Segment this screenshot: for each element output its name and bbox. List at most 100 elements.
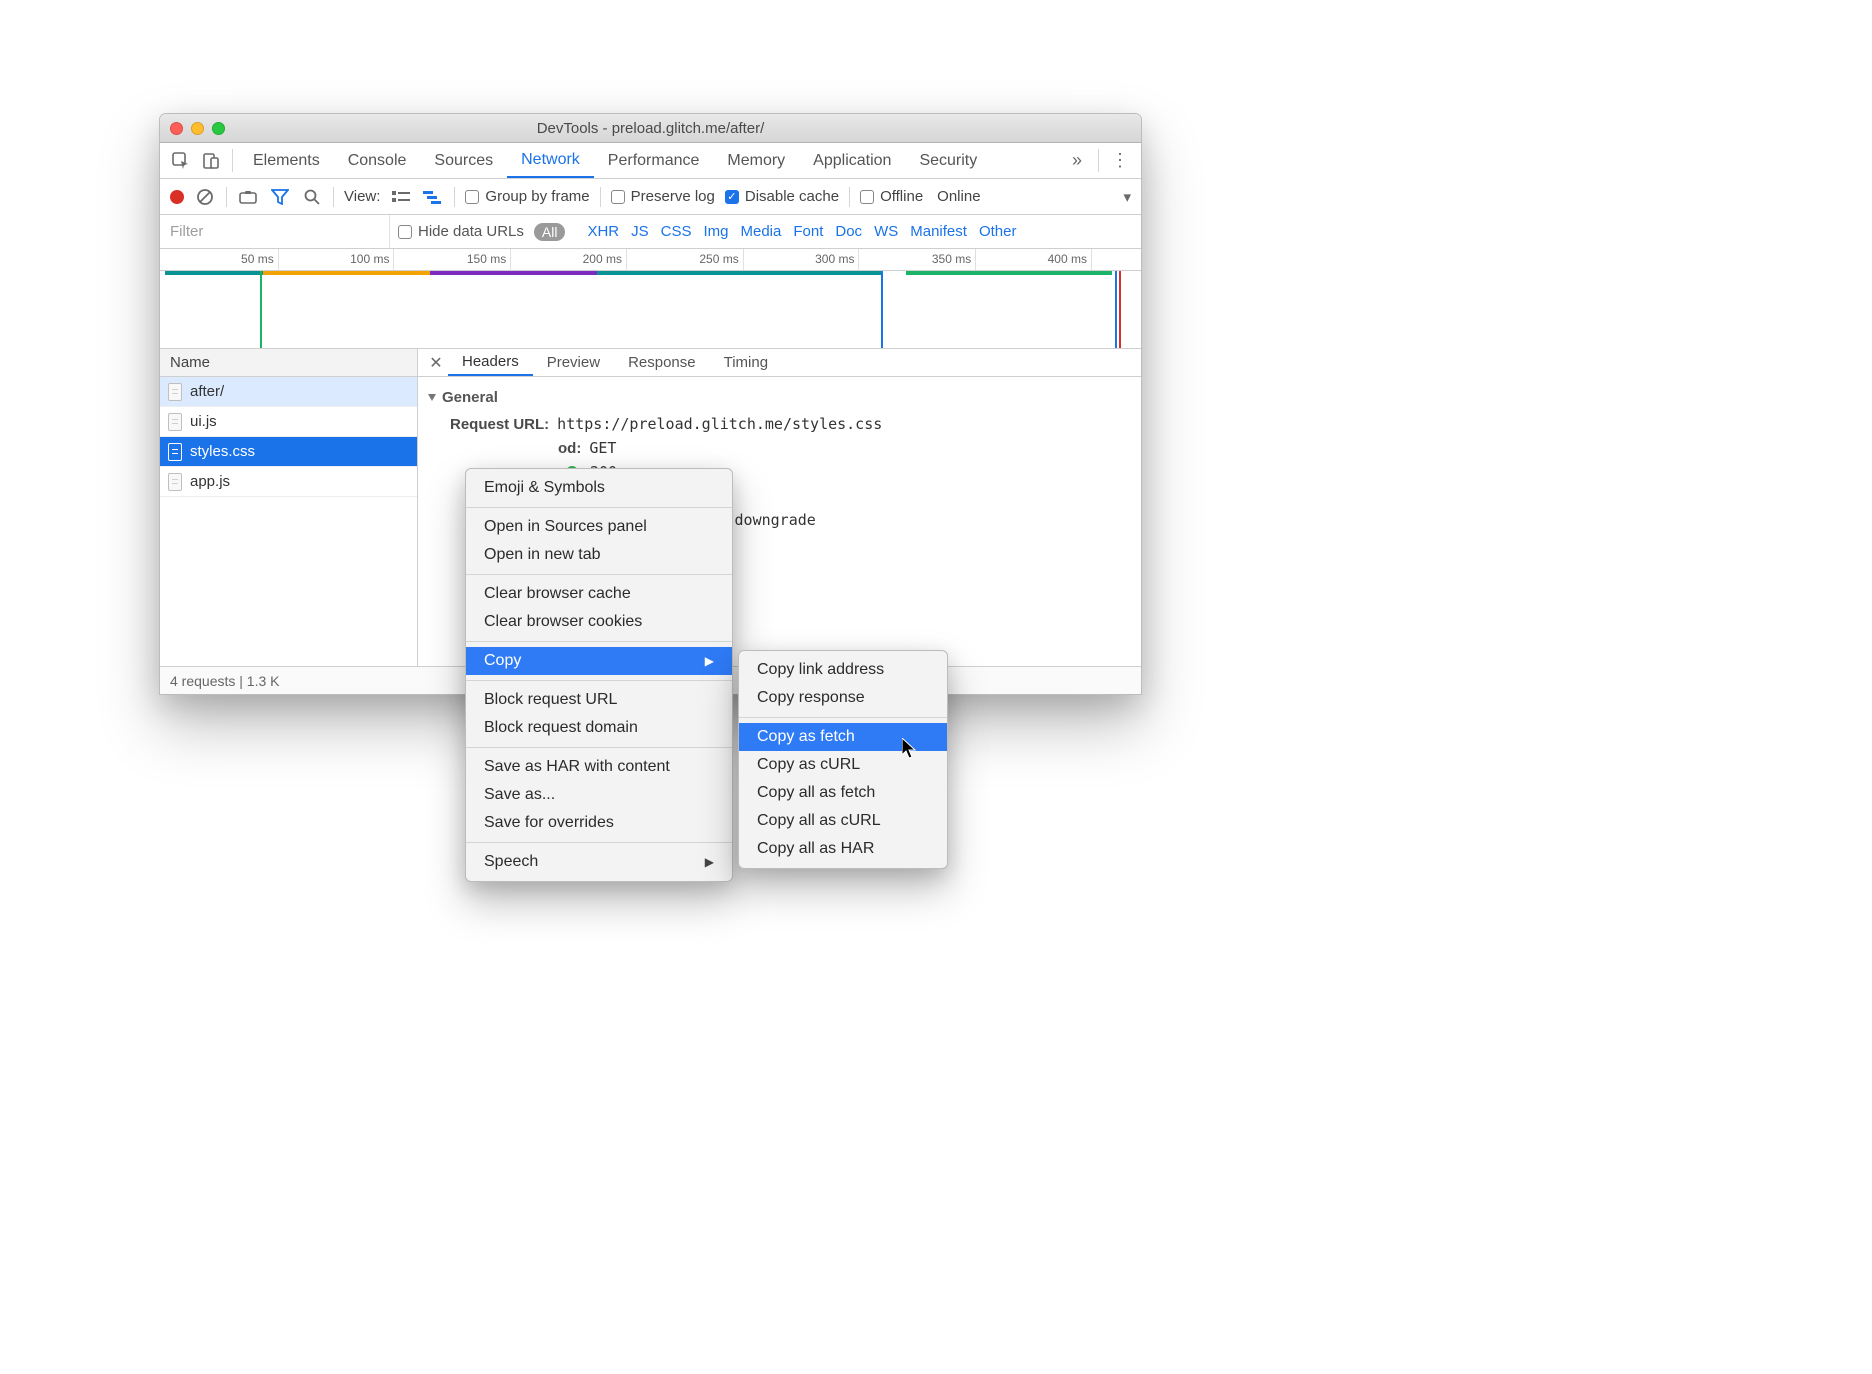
- menu-item[interactable]: Block request URL: [466, 686, 732, 714]
- menu-item[interactable]: Emoji & Symbols: [466, 474, 732, 502]
- titlebar: DevTools - preload.glitch.me/after/: [160, 114, 1141, 143]
- submenu-arrow-icon: ▶: [705, 654, 714, 668]
- request-item[interactable]: app.js: [160, 467, 417, 497]
- status-text: 4 requests | 1.3 K: [170, 673, 279, 689]
- request-method-row: od: GET: [428, 436, 1131, 460]
- file-icon: [168, 443, 182, 461]
- timeline-tick: 300 ms: [815, 252, 858, 266]
- filter-type-font[interactable]: Font: [793, 223, 823, 240]
- menu-item[interactable]: Copy all as HAR: [739, 835, 947, 863]
- menu-item[interactable]: Copy▶: [466, 647, 732, 675]
- timeline-tick: 50 ms: [241, 252, 278, 266]
- filter-type-img[interactable]: Img: [703, 223, 728, 240]
- group-by-frame-checkbox[interactable]: Group by frame: [465, 188, 589, 205]
- timeline-tick: 250 ms: [699, 252, 742, 266]
- filter-type-css[interactable]: CSS: [661, 223, 692, 240]
- hide-data-urls-checkbox[interactable]: Hide data URLs: [398, 223, 524, 240]
- tab-sources[interactable]: Sources: [420, 143, 507, 178]
- disclosure-triangle-icon: [428, 394, 436, 401]
- filter-type-manifest[interactable]: Manifest: [910, 223, 967, 240]
- capture-screenshots-icon[interactable]: [237, 190, 259, 204]
- detail-tab-headers[interactable]: Headers: [448, 349, 533, 376]
- detail-tab-timing[interactable]: Timing: [710, 349, 782, 376]
- view-label: View:: [344, 188, 380, 205]
- filter-all-button[interactable]: All: [534, 223, 566, 241]
- large-rows-icon[interactable]: [390, 190, 412, 204]
- detail-tabs: ✕ HeadersPreviewResponseTiming: [418, 349, 1141, 377]
- request-item[interactable]: after/: [160, 377, 417, 407]
- menu-item[interactable]: Copy all as fetch: [739, 779, 947, 807]
- menu-item[interactable]: Save as...: [466, 781, 732, 809]
- filter-input[interactable]: [160, 215, 390, 248]
- detail-tab-preview[interactable]: Preview: [533, 349, 614, 376]
- tab-console[interactable]: Console: [334, 143, 421, 178]
- general-section-header[interactable]: General: [428, 389, 1131, 406]
- filter-icon[interactable]: [269, 189, 291, 205]
- throttling-select[interactable]: Online: [937, 188, 980, 205]
- menu-item[interactable]: Speech▶: [466, 848, 732, 876]
- menu-item[interactable]: Clear browser cookies: [466, 608, 732, 636]
- main-tab-list: ElementsConsoleSourcesNetworkPerformance…: [239, 143, 1062, 178]
- menu-item[interactable]: Copy as fetch: [739, 723, 947, 751]
- device-toolbar-icon[interactable]: [196, 143, 226, 178]
- filter-type-other[interactable]: Other: [979, 223, 1017, 240]
- record-icon[interactable]: [170, 190, 184, 204]
- filter-type-js[interactable]: JS: [631, 223, 649, 240]
- timeline-overview[interactable]: [160, 271, 1141, 349]
- preserve-log-checkbox[interactable]: Preserve log: [611, 188, 715, 205]
- menu-item[interactable]: Save as HAR with content: [466, 753, 732, 781]
- tab-network[interactable]: Network: [507, 143, 594, 178]
- timeline-tick: 200 ms: [583, 252, 626, 266]
- timeline-ruler[interactable]: 50 ms100 ms150 ms200 ms250 ms300 ms350 m…: [160, 249, 1141, 271]
- settings-kebab-icon[interactable]: ⋮: [1105, 143, 1135, 178]
- menu-item[interactable]: Copy response: [739, 684, 947, 712]
- filter-type-media[interactable]: Media: [741, 223, 782, 240]
- request-name: app.js: [190, 473, 230, 490]
- window-title: DevTools - preload.glitch.me/after/: [160, 120, 1141, 137]
- menu-item[interactable]: Copy link address: [739, 656, 947, 684]
- filter-type-ws[interactable]: WS: [874, 223, 898, 240]
- request-item[interactable]: styles.css: [160, 437, 417, 467]
- tabs-overflow-button[interactable]: »: [1062, 143, 1092, 178]
- tab-security[interactable]: Security: [905, 143, 991, 178]
- tab-elements[interactable]: Elements: [239, 143, 334, 178]
- tab-memory[interactable]: Memory: [713, 143, 799, 178]
- waterfall-icon[interactable]: [422, 190, 444, 204]
- file-icon: [168, 413, 182, 431]
- tab-performance[interactable]: Performance: [594, 143, 714, 178]
- menu-item[interactable]: Open in Sources panel: [466, 513, 732, 541]
- request-name: ui.js: [190, 413, 217, 430]
- search-icon[interactable]: [301, 188, 323, 206]
- request-name: after/: [190, 383, 224, 400]
- menu-item[interactable]: Block request domain: [466, 714, 732, 742]
- timeline-tick: 150 ms: [467, 252, 510, 266]
- disable-cache-checkbox[interactable]: Disable cache: [725, 188, 839, 205]
- context-menu: Emoji & Symbols Open in Sources panelOpen…: [465, 468, 733, 882]
- filter-type-doc[interactable]: Doc: [835, 223, 862, 240]
- menu-item[interactable]: Copy all as cURL: [739, 807, 947, 835]
- detail-tab-response[interactable]: Response: [614, 349, 710, 376]
- request-name: styles.css: [190, 443, 255, 460]
- network-toolbar: View: Group by frame Preserve log Disabl…: [160, 179, 1141, 215]
- menu-item[interactable]: Save for overrides: [466, 809, 732, 837]
- clear-icon[interactable]: [194, 188, 216, 206]
- menu-item[interactable]: Copy as cURL: [739, 751, 947, 779]
- inspect-element-icon[interactable]: [166, 143, 196, 178]
- throttling-dropdown-icon[interactable]: ▾: [1123, 188, 1131, 206]
- request-item[interactable]: ui.js: [160, 407, 417, 437]
- main-tabs-row: ElementsConsoleSourcesNetworkPerformance…: [160, 143, 1141, 179]
- timeline-tick: 400 ms: [1048, 252, 1091, 266]
- name-column-header[interactable]: Name: [160, 349, 417, 377]
- close-detail-icon[interactable]: ✕: [424, 349, 448, 376]
- timeline-tick: 100 ms: [350, 252, 393, 266]
- offline-checkbox[interactable]: Offline: [860, 188, 923, 205]
- tab-application[interactable]: Application: [799, 143, 905, 178]
- file-icon: [168, 473, 182, 491]
- file-icon: [168, 383, 182, 401]
- context-submenu-copy: Copy link addressCopy response Copy as fe…: [738, 650, 948, 869]
- menu-item[interactable]: Open in new tab: [466, 541, 732, 569]
- filter-type-xhr[interactable]: XHR: [587, 223, 619, 240]
- requests-list: after/ui.js styles.css app.js: [160, 377, 417, 666]
- separator: [1098, 149, 1099, 172]
- menu-item[interactable]: Clear browser cache: [466, 580, 732, 608]
